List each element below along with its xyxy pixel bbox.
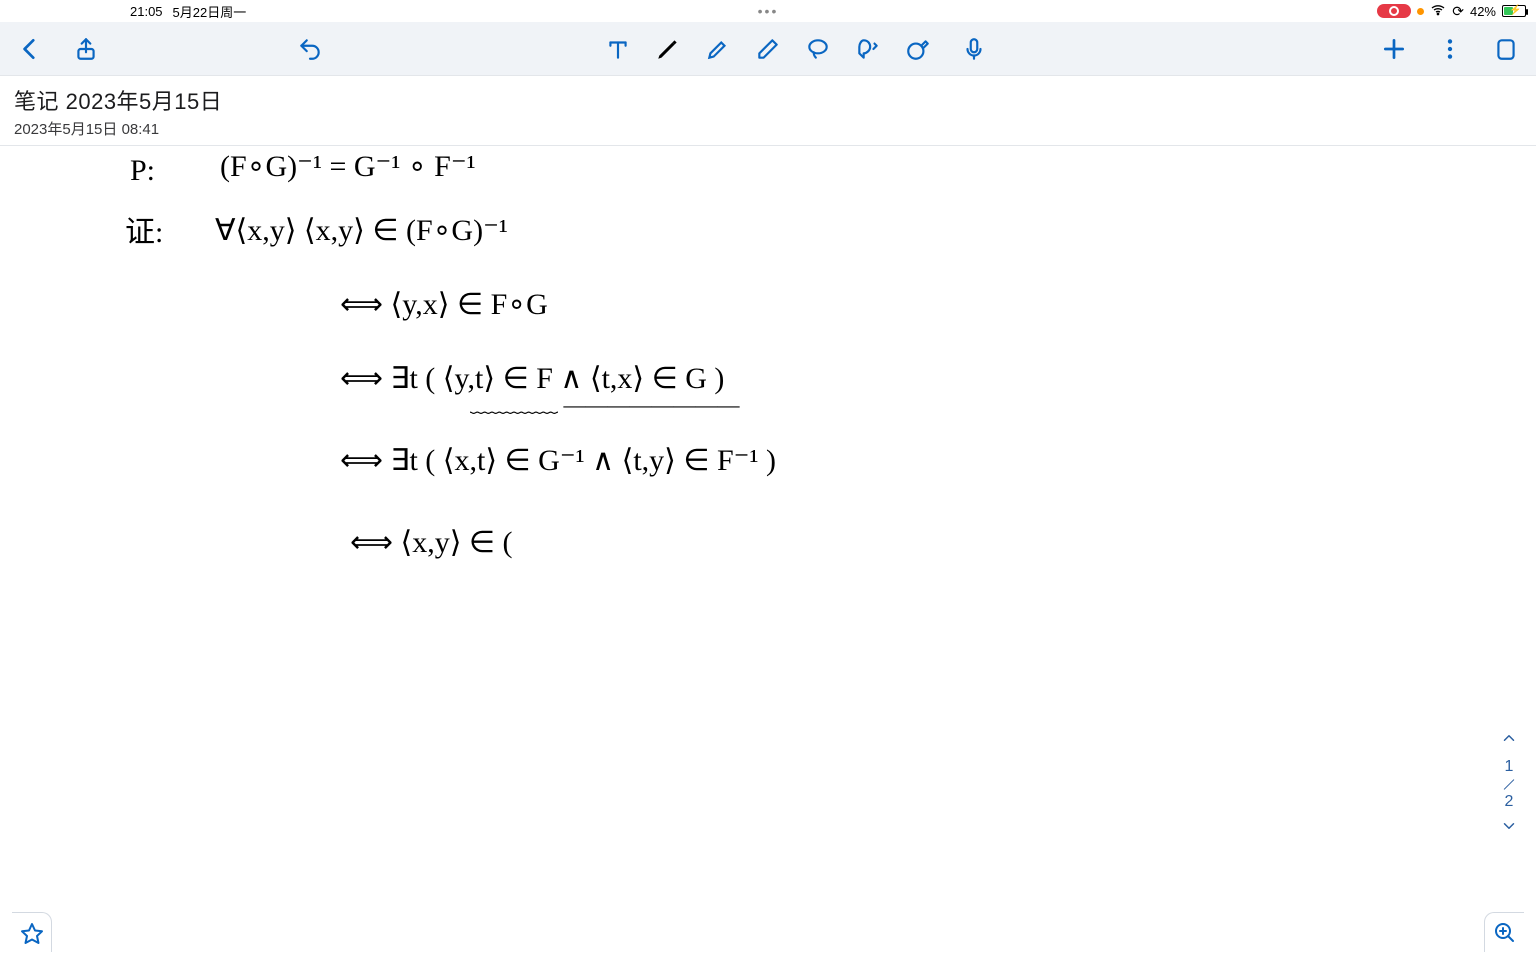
rotation-lock-icon: ⟳	[1452, 3, 1464, 20]
handwriting-line: (F∘G)⁻¹ = G⁻¹ ∘ F⁻¹	[220, 152, 476, 182]
ruler-tool-button[interactable]	[904, 35, 932, 63]
eraser-tool-button[interactable]	[754, 35, 782, 63]
undo-button[interactable]	[296, 35, 324, 63]
text-tool-button[interactable]	[604, 35, 632, 63]
handwriting-line: ⟺ ∃t ( ⟨x,t⟩ ∈ G⁻¹ ∧ ⟨t,y⟩ ∈ F⁻¹ )	[340, 446, 776, 476]
page-view-button[interactable]	[1492, 35, 1520, 63]
record-icon	[1389, 6, 1399, 16]
next-page-button[interactable]	[1500, 817, 1518, 840]
back-button[interactable]	[16, 35, 44, 63]
page-separator-icon	[1504, 779, 1515, 790]
page-navigator[interactable]: 1 2	[1500, 729, 1518, 840]
lasso-tool-button[interactable]	[804, 35, 832, 63]
zoom-in-button[interactable]	[1484, 912, 1524, 952]
multitask-dots-icon[interactable]: •••	[758, 3, 779, 19]
status-bar: 21:05 5月22日周一 ••• ⟳ 42% ⚡	[0, 0, 1536, 22]
screen-record-indicator[interactable]	[1377, 4, 1411, 18]
handwriting-line: ⟺ ⟨x,y⟩ ∈ (	[350, 528, 513, 558]
prev-page-button[interactable]	[1500, 729, 1518, 752]
mic-use-dot-icon	[1417, 8, 1424, 15]
battery-pct: 42%	[1470, 4, 1496, 19]
note-title[interactable]: 笔记 2023年5月15日	[14, 84, 1522, 116]
note-canvas[interactable]: P: (F∘G)⁻¹ = G⁻¹ ∘ F⁻¹ 证: ∀⟨x,y⟩ ⟨x,y⟩ ∈…	[0, 148, 1536, 920]
status-date: 5月22日周一	[173, 2, 247, 21]
handwriting-line: ⟺ ⟨y,x⟩ ∈ F∘G	[340, 290, 548, 320]
total-pages: 2	[1505, 793, 1514, 811]
highlighter-tool-button[interactable]	[704, 35, 732, 63]
pen-tool-button[interactable]	[654, 35, 682, 63]
handwriting-line: ∀⟨x,y⟩ ⟨x,y⟩ ∈ (F∘G)⁻¹	[215, 216, 508, 246]
wifi-icon	[1430, 2, 1446, 21]
app-toolbar	[0, 22, 1536, 76]
add-button[interactable]	[1380, 35, 1408, 63]
shapes-tool-button[interactable]	[854, 35, 882, 63]
share-button[interactable]	[72, 35, 100, 63]
handwriting-underline: ﹏﹏﹏﹏ ————————	[470, 394, 740, 416]
handwriting-line: ⟺ ∃t ( ⟨y,t⟩ ∈ F ∧ ⟨t,x⟩ ∈ G )	[340, 364, 724, 394]
microphone-button[interactable]	[960, 35, 988, 63]
more-options-button[interactable]	[1436, 35, 1464, 63]
bookmark-button[interactable]	[12, 912, 52, 952]
note-header: 笔记 2023年5月15日 2023年5月15日 08:41	[0, 76, 1536, 146]
handwriting-line: P:	[130, 156, 155, 186]
status-time: 21:05	[130, 4, 163, 19]
current-page: 1	[1505, 758, 1514, 776]
note-timestamp: 2023年5月15日 08:41	[14, 118, 1522, 139]
handwriting-line: 证:	[125, 218, 163, 248]
battery-icon: ⚡	[1502, 5, 1526, 17]
